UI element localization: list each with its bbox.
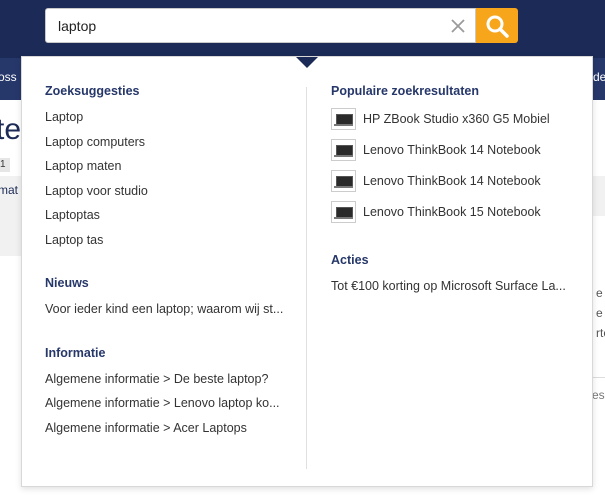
suggestion-item[interactable]: Laptop computers bbox=[45, 135, 295, 149]
nav-item-fragment-left[interactable]: oss bbox=[0, 70, 17, 84]
dropdown-caret bbox=[296, 57, 318, 68]
suggestion-item[interactable]: Laptop maten bbox=[45, 159, 295, 173]
column-divider bbox=[306, 87, 307, 469]
info-title: Informatie bbox=[45, 346, 106, 360]
suggestions-title: Zoeksuggesties bbox=[45, 84, 140, 98]
suggestion-item[interactable]: Laptoptas bbox=[45, 208, 295, 222]
popular-product-link[interactable]: Lenovo ThinkBook 15 Notebook bbox=[363, 205, 541, 219]
info-item[interactable]: Algemene informatie > De beste laptop? bbox=[45, 372, 295, 386]
suggestion-item[interactable]: Laptop bbox=[45, 110, 295, 124]
suggestion-item[interactable]: Laptop voor studio bbox=[45, 184, 295, 198]
actions-title: Acties bbox=[331, 253, 369, 267]
background-right-fragment: rte bbox=[596, 326, 605, 340]
search-bar bbox=[45, 8, 476, 43]
background-text-fragment: mat bbox=[0, 183, 19, 197]
background-right-fragment: esu bbox=[592, 388, 605, 402]
background-right-fragment: e bbox=[596, 286, 603, 300]
popular-product-link[interactable]: Lenovo ThinkBook 14 Notebook bbox=[363, 174, 541, 188]
laptop-thumbnail[interactable] bbox=[331, 139, 356, 161]
action-item[interactable]: Tot €100 korting op Microsoft Surface La… bbox=[331, 279, 571, 293]
info-item[interactable]: Algemene informatie > Acer Laptops bbox=[45, 421, 295, 435]
popular-product-link[interactable]: Lenovo ThinkBook 14 Notebook bbox=[363, 143, 541, 157]
info-item[interactable]: Algemene informatie > Lenovo laptop ko..… bbox=[45, 396, 295, 410]
laptop-thumbnail[interactable] bbox=[331, 170, 356, 192]
page-title-fragment: te bbox=[0, 113, 22, 146]
close-icon[interactable] bbox=[449, 17, 467, 35]
laptop-thumbnail[interactable] bbox=[331, 201, 356, 223]
search-input[interactable] bbox=[58, 9, 438, 42]
popular-results-title: Populaire zoekresultaten bbox=[331, 84, 479, 98]
news-item[interactable]: Voor ieder kind een laptop; waarom wij s… bbox=[45, 302, 295, 316]
background-right-fragment: e bbox=[596, 306, 603, 320]
nav-item-fragment-right[interactable]: de bbox=[593, 70, 605, 84]
laptop-thumbnail[interactable] bbox=[331, 108, 356, 130]
search-button[interactable] bbox=[476, 8, 518, 43]
suggestion-item[interactable]: Laptop tas bbox=[45, 233, 295, 247]
news-title: Nieuws bbox=[45, 276, 89, 290]
popular-product-link[interactable]: HP ZBook Studio x360 G5 Mobiel bbox=[363, 112, 550, 126]
count-badge: 1 bbox=[0, 158, 10, 172]
